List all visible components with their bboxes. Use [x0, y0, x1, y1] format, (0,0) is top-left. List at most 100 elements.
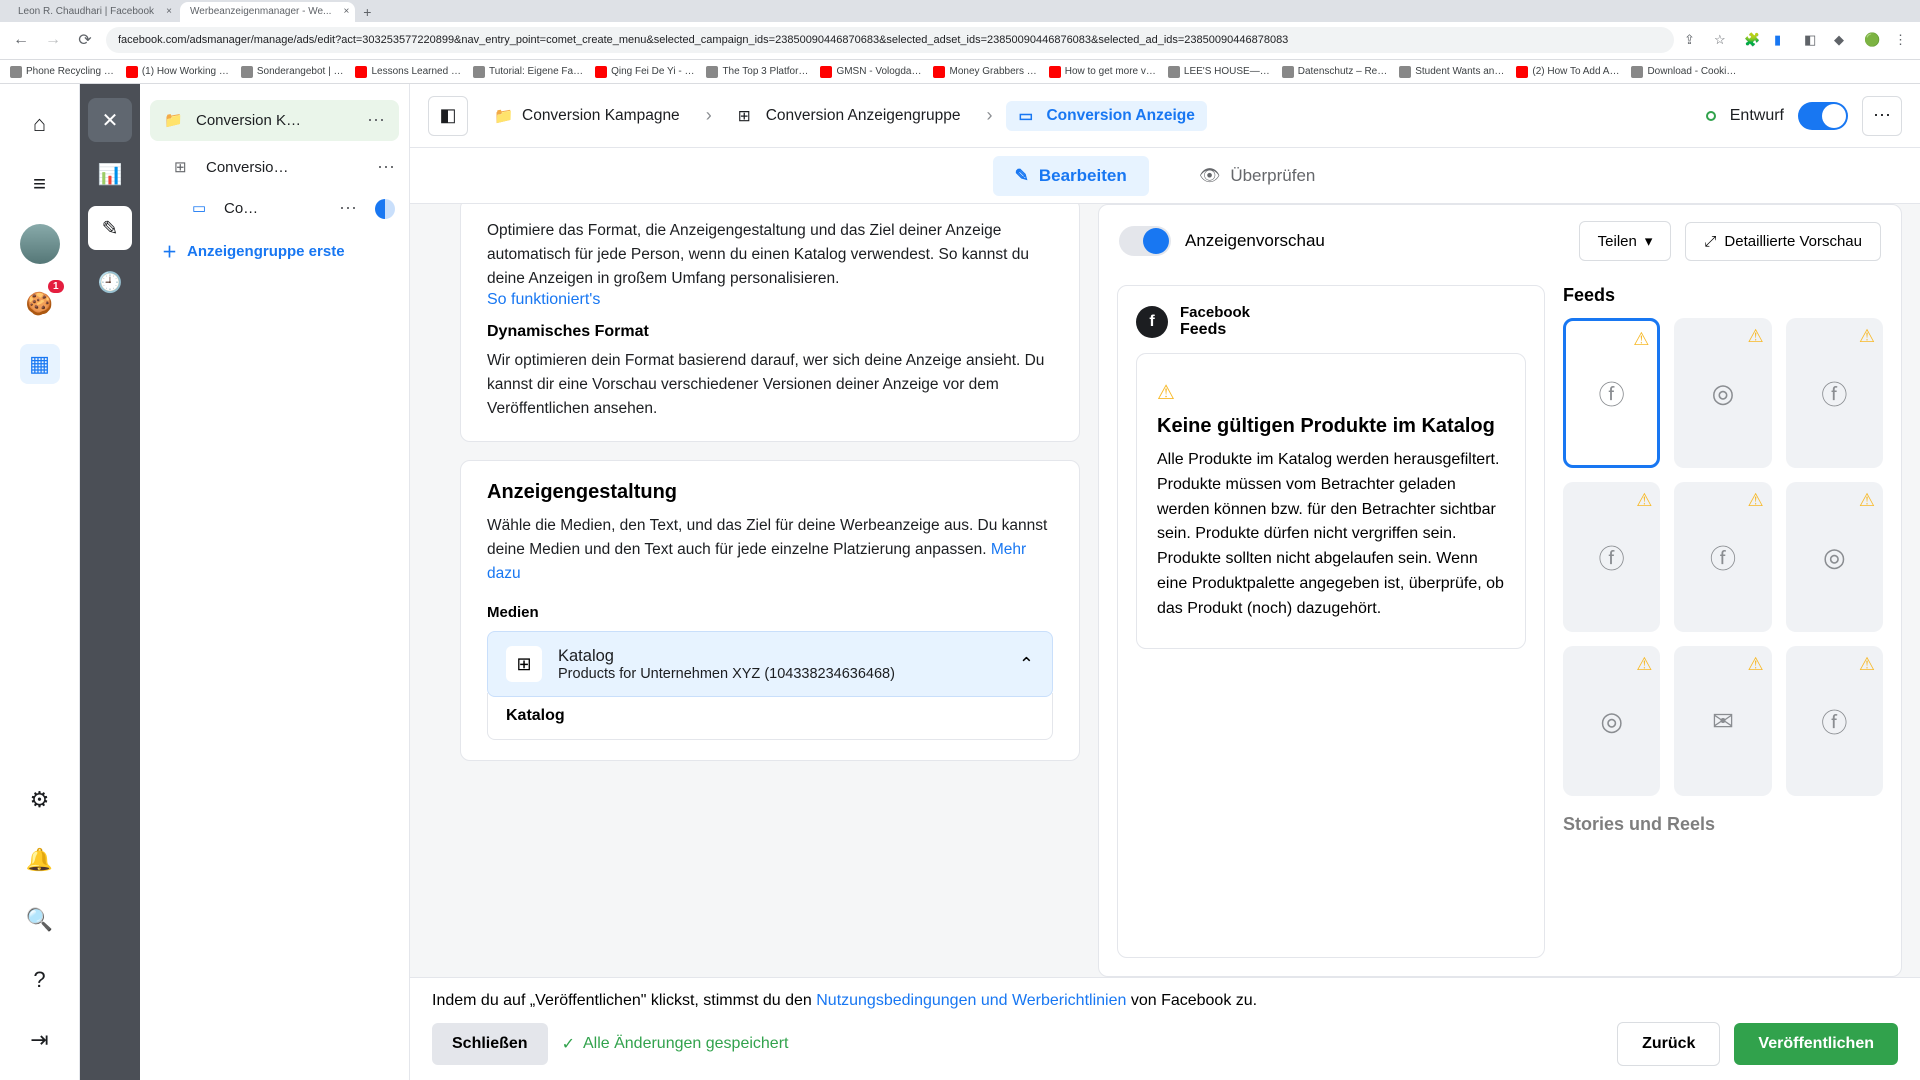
facebook-icon: ⓕ	[1599, 375, 1625, 412]
catalog-icon: ⊞	[506, 646, 542, 682]
placement-tile[interactable]: ⚠ⓕ	[1674, 482, 1771, 632]
publish-button[interactable]: Veröffentlichen	[1734, 1023, 1898, 1065]
more-icon[interactable]: ⋯	[367, 110, 385, 131]
ext-icon[interactable]: ◆	[1834, 32, 1850, 48]
bookmark-item[interactable]: Money Grabbers …	[933, 66, 1036, 78]
bookmark-item[interactable]: Datenschutz – Re…	[1282, 66, 1388, 78]
status-toggle[interactable]	[1798, 102, 1848, 130]
new-tab-button[interactable]: +	[357, 2, 377, 22]
placement-tile[interactable]: ⚠✉	[1674, 646, 1771, 796]
placement-tile[interactable]: ⚠ⓕ	[1786, 646, 1883, 796]
instagram-icon: ◎	[1600, 706, 1623, 737]
close-icon[interactable]: ×	[344, 6, 350, 17]
search-icon[interactable]: 🔍	[20, 900, 60, 940]
browser-tab[interactable]: Leon R. Chaudhari | Facebook×	[8, 2, 178, 22]
sidebar-item-ad[interactable]: ▭ Co… ⋯	[140, 188, 409, 229]
breadcrumb-adset[interactable]: ⊞ Conversion Anzeigengruppe	[726, 101, 973, 131]
sidebar-item-adset[interactable]: ⊞ Conversio… ⋯	[140, 147, 409, 188]
gear-icon[interactable]: ⚙	[20, 780, 60, 820]
clock-icon[interactable]: 🕘	[88, 260, 132, 304]
dynamic-text: Wir optimieren dein Format basierend dar…	[487, 349, 1053, 421]
placement-tile[interactable]: ⚠◎	[1674, 318, 1771, 468]
close-button[interactable]: ✕	[88, 98, 132, 142]
ext-icon[interactable]: ◧	[1804, 32, 1820, 48]
breadcrumb-ad[interactable]: ▭ Conversion Anzeige	[1006, 101, 1206, 131]
bookmark-item[interactable]: GMSN - Vologda…	[820, 66, 921, 78]
placement-tile[interactable]: ⚠◎	[1563, 646, 1660, 796]
chart-icon[interactable]: 📊	[88, 152, 132, 196]
chevron-right-icon: ›	[986, 105, 992, 126]
preview-canvas: ⚠ Keine gültigen Produkte im Katalog All…	[1136, 353, 1526, 649]
how-it-works-link[interactable]: So funktioniert's	[487, 291, 600, 308]
help-icon[interactable]: ?	[20, 960, 60, 1000]
menu-icon[interactable]: ≡	[20, 164, 60, 204]
placement-tile[interactable]: ⚠ⓕ	[1786, 318, 1883, 468]
placement-tile[interactable]: ⚠ⓕ	[1563, 482, 1660, 632]
reload-icon[interactable]: ⟳	[74, 29, 96, 51]
sidebar-item-campaign[interactable]: 📁 Conversion K… ⋯	[150, 100, 399, 141]
collapse-icon[interactable]: ⇥	[20, 1020, 60, 1060]
avatar[interactable]	[20, 224, 60, 264]
source-name: Facebook	[1180, 304, 1250, 321]
bookmark-item[interactable]: How to get more v…	[1049, 66, 1156, 78]
detailed-preview-button[interactable]: ⤢Detaillierte Vorschau	[1685, 222, 1881, 261]
bookmark-item[interactable]: Lessons Learned …	[355, 66, 461, 78]
publish-disclaimer: Indem du auf „Veröffentlichen" klickst, …	[432, 992, 1898, 1010]
browser-chrome: Leon R. Chaudhari | Facebook× Werbeanzei…	[0, 0, 1920, 60]
bookmark-item[interactable]: (2) How To Add A…	[1516, 66, 1619, 78]
tab-review[interactable]: 👁 Überprüfen	[1177, 156, 1338, 196]
tab-label: Bearbeiten	[1039, 166, 1127, 186]
catalog-title: Katalog	[558, 647, 1003, 666]
content-row: Optimiere das Format, die Anzeigengestal…	[410, 204, 1920, 977]
bookmark-item[interactable]: Sonderangebot | …	[241, 66, 344, 78]
share-button[interactable]: Teilen▾	[1579, 221, 1672, 261]
profile-icon[interactable]: 🟢	[1864, 32, 1880, 48]
panel-toggle-button[interactable]: ◧	[428, 96, 468, 136]
bookmark-item[interactable]: Tutorial: Eigene Fa…	[473, 66, 583, 78]
bookmark-item[interactable]: (1) How Working …	[126, 66, 229, 78]
address-bar[interactable]: facebook.com/adsmanager/manage/ads/edit?…	[106, 27, 1674, 53]
menu-icon[interactable]: ⋮	[1894, 32, 1910, 48]
bookmark-item[interactable]: The Top 3 Platfor…	[706, 66, 808, 78]
flag-icon[interactable]: ▮	[1774, 32, 1790, 48]
puzzle-icon[interactable]: 🧩	[1744, 32, 1760, 48]
sidebar-item-label: Conversion K…	[196, 112, 355, 129]
edit-icon[interactable]: ✎	[88, 206, 132, 250]
browser-tab-active[interactable]: Werbeanzeigenmanager - We...×	[180, 2, 355, 22]
bookmark-item[interactable]: Student Wants an…	[1399, 66, 1504, 78]
terms-link[interactable]: Nutzungsbedingungen und Werberichtlinien	[816, 992, 1126, 1009]
back-button[interactable]: Zurück	[1617, 1022, 1720, 1066]
create-adset-button[interactable]: ＋ Anzeigengruppe erste	[140, 229, 409, 274]
more-icon[interactable]: ⋯	[339, 198, 357, 219]
catalog-panel: Katalog	[487, 693, 1053, 740]
more-button[interactable]: ⋯	[1862, 96, 1902, 136]
home-icon[interactable]: ⌂	[20, 104, 60, 144]
bell-icon[interactable]: 🔔	[20, 840, 60, 880]
bookmark-item[interactable]: LEE'S HOUSE—…	[1168, 66, 1270, 78]
warning-icon: ⚠	[1636, 490, 1652, 511]
more-icon[interactable]: ⋯	[377, 157, 395, 178]
back-icon[interactable]: ←	[10, 29, 32, 51]
bookmark-item[interactable]: Phone Recycling …	[10, 66, 114, 78]
address-row: ← → ⟳ facebook.com/adsmanager/manage/ads…	[0, 22, 1920, 59]
section-heading: Anzeigengestaltung	[487, 481, 1053, 504]
tab-edit[interactable]: ✎ Bearbeiten	[993, 156, 1149, 196]
bookmark-item[interactable]: Download - Cooki…	[1631, 66, 1736, 78]
sidebar-item-label: Conversio…	[206, 159, 365, 176]
grid-icon[interactable]: ▦	[20, 344, 60, 384]
share-icon[interactable]: ⇪	[1684, 32, 1700, 48]
form-column: Optimiere das Format, die Anzeigengestal…	[460, 204, 1080, 977]
cookie-icon[interactable]: 🍪1	[20, 284, 60, 324]
close-button[interactable]: Schließen	[432, 1023, 548, 1065]
catalog-selector[interactable]: ⊞ Katalog Products for Unternehmen XYZ (…	[487, 631, 1053, 697]
preview-toggle[interactable]	[1119, 226, 1171, 256]
placement-tile[interactable]: ⚠ⓕ	[1563, 318, 1660, 468]
close-icon[interactable]: ×	[166, 6, 172, 17]
bookmark-item[interactable]: Qing Fei De Yi - …	[595, 66, 694, 78]
error-text: Alle Produkte im Katalog werden herausge…	[1157, 448, 1505, 622]
breadcrumb-campaign[interactable]: 📁 Conversion Kampagne	[482, 101, 692, 131]
app-frame: ⌂ ≡ 🍪1 ▦ ⚙ 🔔 🔍 ? ⇥ ✕ 📊 ✎ 🕘 📁 Conversion …	[0, 84, 1920, 1080]
placement-tile[interactable]: ⚠◎	[1786, 482, 1883, 632]
star-icon[interactable]: ☆	[1714, 32, 1730, 48]
grid-icon: ⊞	[174, 158, 194, 178]
